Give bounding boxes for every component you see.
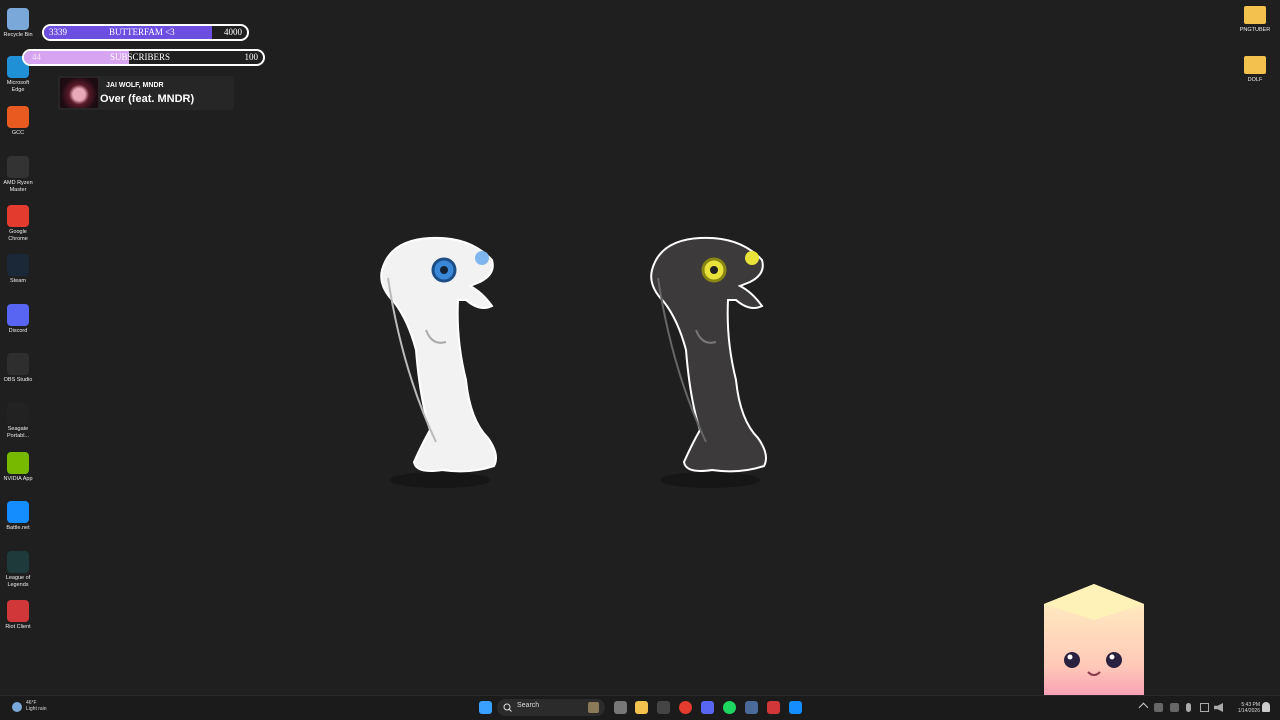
tray-app-icon[interactable] (1154, 703, 1163, 712)
desktop-icon[interactable]: Recycle Bin (0, 8, 36, 39)
desktop-folder-label: DOLF (1247, 77, 1263, 83)
desktop-icon[interactable]: GCC (0, 106, 36, 137)
network-icon[interactable] (1200, 703, 1209, 712)
folder-icon (1244, 6, 1266, 24)
desktop-icon[interactable]: Seagate Portabl... (0, 402, 36, 440)
now-playing-widget: JAI WOLF, MNDR Over (feat. MNDR) (58, 76, 234, 110)
desktop-icon-label: Steam (10, 278, 26, 284)
desktop-icon[interactable]: AMD Ryzen Master (0, 156, 36, 194)
white-dragon-character (380, 236, 497, 488)
desktop-icon[interactable]: Discord (0, 304, 36, 335)
discord-taskbar-icon[interactable] (701, 701, 714, 714)
now-playing-track: Over (feat. MNDR) (100, 93, 195, 105)
desktop-icon[interactable]: Google Chrome (0, 205, 36, 243)
desktop-icon[interactable]: Battle.net (0, 501, 36, 532)
search-icon (503, 703, 512, 712)
chrome-icon (7, 205, 29, 227)
desktop-icon-label: Microsoft Edge (6, 80, 30, 93)
goal-label: SUBSCRIBERS (110, 52, 171, 62)
start-icon[interactable] (479, 701, 492, 714)
system-tray (1138, 702, 1226, 714)
tray-chevron-icon[interactable] (1138, 702, 1149, 713)
desktop-icon-label: Recycle Bin (3, 32, 33, 38)
desktop-icon-label: Seagate Portabl... (6, 426, 29, 439)
desktop-folder-label: PNGTUBER (1239, 27, 1271, 33)
task-view-icon[interactable] (614, 701, 627, 714)
clock-date: 1/14/2026 (1237, 708, 1260, 714)
discord-icon (7, 304, 29, 326)
clock[interactable]: 5:43 PM 1/14/2026 (1226, 702, 1260, 714)
album-art (60, 78, 98, 108)
desktop-icon-label: GCC (11, 130, 25, 136)
search-highlight-icon (588, 702, 599, 713)
desktop-icon[interactable]: League of Legends (0, 551, 36, 589)
weather-desc: Light rain (26, 706, 47, 712)
goal-label: BUTTERFAM <3 (109, 27, 175, 37)
pen-tool-taskbar-icon[interactable] (745, 701, 758, 714)
taskbar-search-box[interactable]: Search (497, 699, 605, 716)
black-dragon-character (650, 236, 767, 488)
desktop-icon-label: AMD Ryzen Master (3, 180, 33, 193)
search-placeholder: Search (517, 702, 540, 709)
goal-target: 4000 (224, 27, 242, 37)
microphone-icon[interactable] (1186, 703, 1191, 712)
tray-app-icon[interactable] (1170, 703, 1179, 712)
desktop-icon-label: OBS Studio (3, 377, 33, 383)
desktop-icon-label: League of Legends (5, 575, 31, 588)
folder-icon (1244, 56, 1266, 74)
gcc-icon (7, 106, 29, 128)
desktop-folder[interactable]: DOLF (1230, 56, 1280, 84)
battlenet-taskbar-icon[interactable] (789, 701, 802, 714)
desktop-icon-label: Google Chrome (8, 229, 28, 242)
goal-target: 100 (244, 52, 259, 62)
goal-current: 3339 (49, 27, 67, 37)
butterfam-goal-bar: 3339 BUTTERFAM <3 4000 (42, 24, 249, 41)
desktop-icon[interactable]: Steam (0, 254, 36, 285)
desktop-icon[interactable]: OBS Studio (0, 353, 36, 384)
valorant-taskbar-icon[interactable] (767, 701, 780, 714)
chrome-taskbar-icon[interactable] (679, 701, 692, 714)
weather-widget[interactable]: 46°F Light rain (10, 700, 47, 719)
desktop-icon[interactable]: Riot Client (0, 600, 36, 631)
subscribers-goal-bar: 44 SUBSCRIBERS 100 (22, 49, 265, 66)
recycle-bin-icon (7, 8, 29, 30)
weather-icon (12, 702, 22, 712)
seagate-icon (7, 402, 29, 424)
battlenet-icon (7, 501, 29, 523)
desktop-icon-label: Battle.net (6, 525, 30, 531)
league-icon (7, 551, 29, 573)
spotify-taskbar-icon[interactable] (723, 701, 736, 714)
goal-current: 44 (32, 52, 41, 62)
notification-bell-icon[interactable] (1262, 702, 1270, 712)
file-explorer-icon[interactable] (635, 701, 648, 714)
desktop-icon-label: Riot Client (5, 624, 31, 630)
now-playing-artist: JAI WOLF, MNDR (106, 82, 164, 89)
steam-icon (7, 254, 29, 276)
volume-icon[interactable] (1214, 703, 1223, 712)
desktop-icon-label: NVIDIA App (3, 476, 33, 482)
nvidia-icon (7, 452, 29, 474)
desktop-icon-label: Discord (8, 328, 28, 334)
riot-icon (7, 600, 29, 622)
desktop-icon[interactable]: NVIDIA App (0, 452, 36, 483)
obs-icon (7, 353, 29, 375)
taskbar: 46°F Light rain Search 5:43 PM 1/14/2026 (0, 695, 1280, 720)
ryzen-icon (7, 156, 29, 178)
desktop-folder[interactable]: PNGTUBER (1230, 6, 1280, 34)
steam-taskbar-icon[interactable] (657, 701, 670, 714)
